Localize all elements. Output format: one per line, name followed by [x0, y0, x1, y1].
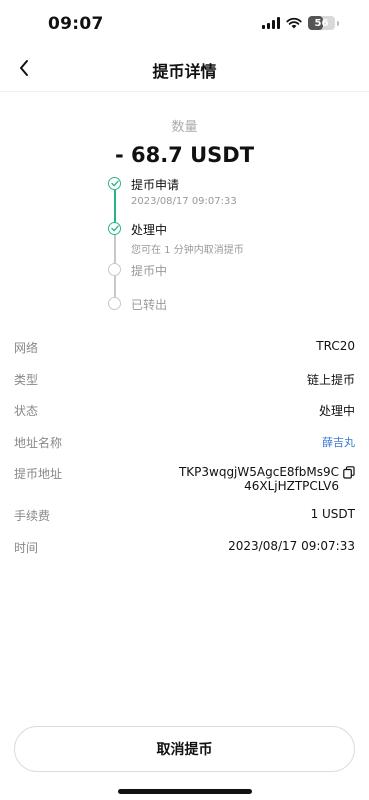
- progress-timeline: 提币申请 2023/08/17 09:07:33 处理中 您可在 1 分钟内取消…: [108, 177, 369, 313]
- address-line: TKP3wqgjW5AgcE8fbMs9C: [178, 465, 339, 479]
- details-list: 网络 TRC20 类型 链上提币 状态 处理中 地址名称 薛吉丸 提币地址 TK…: [0, 339, 369, 570]
- detail-label: 提币地址: [14, 467, 63, 481]
- timeline-step-title: 提币中: [131, 264, 168, 278]
- check-icon: [108, 222, 121, 235]
- timeline-step-subtitle: 您可在 1 分钟内取消提币: [131, 245, 244, 256]
- timeline-step-subtitle: 2023/08/17 09:07:33: [131, 196, 237, 207]
- detail-label: 类型: [14, 372, 39, 387]
- amount-value: - 68.7 USDT: [114, 143, 255, 167]
- detail-label: 地址名称: [14, 435, 63, 450]
- cancel-withdraw-button[interactable]: 取消提币: [14, 726, 355, 772]
- signal-icon: [262, 17, 280, 29]
- timeline-step-title: 已转出: [131, 298, 168, 312]
- home-indicator: [118, 789, 252, 794]
- amount-label: 数量: [171, 120, 198, 135]
- withdraw-address: TKP3wqgjW5AgcE8fbMs9C 46XLjHZTPCLV6: [179, 465, 339, 493]
- detail-value: 处理中: [318, 404, 355, 418]
- timeline-connector: [114, 190, 116, 223]
- battery-percent: 56: [314, 17, 329, 29]
- detail-label: 手续费: [14, 509, 51, 523]
- status-icons: 56: [262, 16, 339, 30]
- detail-label: 时间: [14, 540, 39, 555]
- timeline-step-title: 提币申请: [131, 178, 180, 192]
- battery-cap: [337, 20, 339, 26]
- detail-row-address: 提币地址 TKP3wqgjW5AgcE8fbMs9C 46XLjHZTPCLV6: [14, 465, 355, 507]
- timeline-connector: [114, 276, 116, 297]
- timeline-connector: [114, 235, 116, 264]
- nav-bar: 提币详情: [0, 48, 369, 92]
- battery-icon: 56: [308, 16, 335, 30]
- address-line: 46XLjHZTPCLV6: [244, 479, 339, 493]
- address-name-link[interactable]: 薛吉丸: [322, 434, 355, 450]
- timeline-step-title: 处理中: [131, 223, 168, 237]
- detail-value: 2023/08/17 09:07:33: [228, 538, 355, 553]
- pending-circle-icon: [108, 263, 121, 276]
- detail-row-status: 状态 处理中: [14, 402, 355, 434]
- wifi-icon: [286, 17, 302, 29]
- copy-icon[interactable]: [343, 466, 355, 479]
- detail-value: 链上提币: [306, 372, 355, 387]
- detail-row-address-name: 地址名称 薛吉丸: [14, 434, 355, 466]
- pending-circle-icon: [108, 297, 121, 310]
- detail-row-network: 网络 TRC20: [14, 339, 355, 371]
- detail-row-time: 时间 2023/08/17 09:07:33: [14, 539, 355, 571]
- page-title: 提币详情: [152, 62, 217, 81]
- detail-row-fee: 手续费 1 USDT: [14, 507, 355, 539]
- detail-label: 状态: [14, 404, 39, 418]
- detail-label: 网络: [14, 341, 39, 355]
- detail-value: TRC20: [316, 339, 355, 353]
- status-time: 09:07: [48, 14, 104, 34]
- status-bar: 09:07 56: [0, 0, 369, 48]
- detail-value: 1 USDT: [310, 507, 355, 521]
- detail-row-type: 类型 链上提币: [14, 371, 355, 403]
- check-icon: [108, 177, 121, 190]
